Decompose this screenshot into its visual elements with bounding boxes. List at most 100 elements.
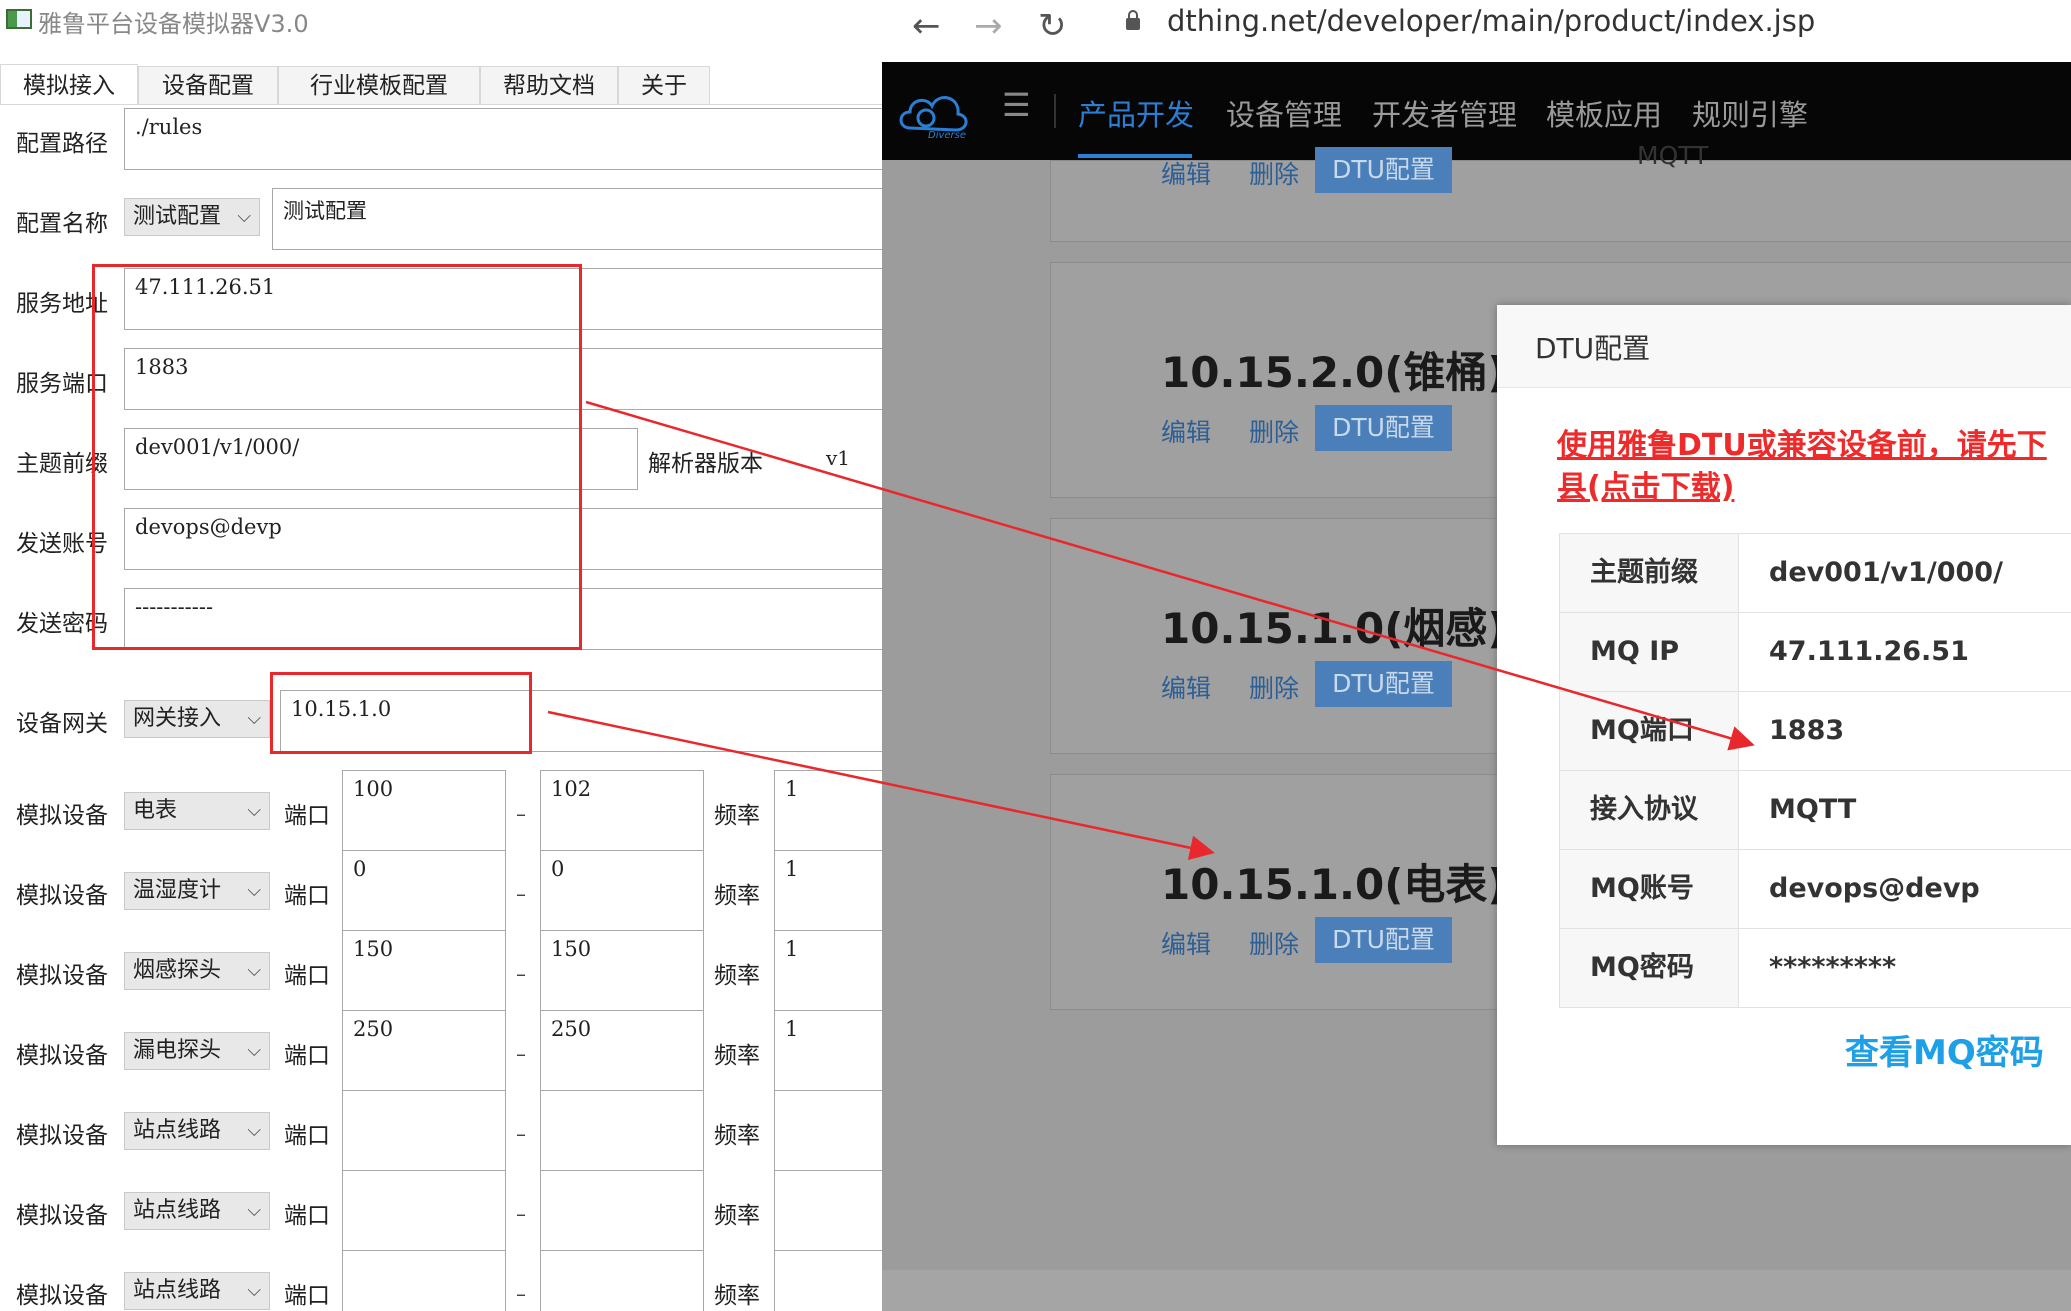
tab-help-docs[interactable]: 帮助文档 bbox=[480, 66, 618, 105]
download-tool-link[interactable]: 使用雅鲁DTU或兼容设备前，请先下 县(点击下载) bbox=[1557, 425, 2071, 509]
modal-title: DTU配置 bbox=[1535, 332, 1651, 365]
delete-link[interactable]: 删除 bbox=[1249, 925, 1299, 961]
freq-input[interactable] bbox=[774, 1170, 882, 1252]
menu-icon[interactable]: ☰ bbox=[1002, 86, 1031, 124]
freq-input[interactable]: 1 bbox=[774, 1010, 882, 1092]
chevron-down-icon: ⌵ bbox=[247, 800, 261, 821]
dtu-config-button[interactable]: DTU配置 bbox=[1315, 661, 1452, 707]
chevron-down-icon: ⌵ bbox=[247, 708, 261, 729]
freq-input[interactable]: 1 bbox=[774, 930, 882, 1012]
port-to-input[interactable]: 150 bbox=[540, 930, 704, 1012]
device-row-label: 模拟设备 bbox=[16, 883, 108, 909]
port-range-dash: – bbox=[516, 1122, 526, 1146]
edit-link[interactable]: 编辑 bbox=[1161, 413, 1211, 449]
device-type-select[interactable]: 烟感探头 ⌵ bbox=[124, 952, 270, 990]
freq-label: 频率 bbox=[714, 803, 760, 829]
row-value: dev001/v1/000/ bbox=[1769, 557, 2003, 588]
port-from-input[interactable] bbox=[342, 1250, 506, 1311]
port-label: 端口 bbox=[284, 1123, 330, 1149]
product-name: 10.15.1.0(电表) bbox=[1161, 860, 1507, 909]
dtu-config-button[interactable]: DTU配置 bbox=[1315, 405, 1452, 451]
port-from-input[interactable] bbox=[342, 1170, 506, 1252]
page-footer bbox=[882, 1270, 2071, 1311]
nav-device-mgmt[interactable]: 设备管理 bbox=[1226, 92, 1342, 134]
device-type-value: 漏电探头 bbox=[133, 1038, 222, 1063]
port-to-input[interactable] bbox=[540, 1090, 704, 1172]
tab-simulate-access[interactable]: 模拟接入 bbox=[0, 64, 138, 105]
forward-icon[interactable]: → bbox=[974, 6, 1003, 46]
port-to-input[interactable] bbox=[540, 1250, 704, 1311]
nav-product-dev[interactable]: 产品开发 bbox=[1078, 92, 1194, 134]
device-row-label: 模拟设备 bbox=[16, 1043, 108, 1069]
freq-input[interactable] bbox=[774, 1090, 882, 1172]
device-type-select[interactable]: 站点线路 ⌵ bbox=[124, 1192, 270, 1230]
row-key: 接入协议 bbox=[1559, 771, 1739, 849]
device-type-select[interactable]: 站点线路 ⌵ bbox=[124, 1272, 270, 1310]
freq-input[interactable]: 1 bbox=[774, 850, 882, 932]
chevron-down-icon: ⌵ bbox=[247, 880, 261, 901]
freq-label: 频率 bbox=[714, 963, 760, 989]
product-name: 10.15.1.0(烟感) bbox=[1161, 604, 1507, 653]
device-type-select[interactable]: 温湿度计 ⌵ bbox=[124, 872, 270, 910]
device-type-value: 站点线路 bbox=[133, 1118, 222, 1143]
row-key: MQ端口 bbox=[1559, 692, 1739, 770]
config-path-label: 配置路径 bbox=[16, 131, 108, 157]
protocol-text: MQTT bbox=[1637, 141, 1709, 170]
delete-link[interactable]: 删除 bbox=[1249, 669, 1299, 705]
device-type-value: 温湿度计 bbox=[133, 878, 222, 903]
tab-industry-template[interactable]: 行业模板配置 bbox=[278, 66, 480, 105]
dtu-config-button[interactable]: DTU配置 bbox=[1315, 917, 1452, 963]
config-path-input[interactable]: ./rules bbox=[124, 108, 882, 170]
tab-about[interactable]: 关于 bbox=[618, 66, 710, 105]
delete-link[interactable]: 删除 bbox=[1249, 155, 1299, 191]
view-mq-password-link[interactable]: 查看MQ密码 bbox=[1845, 1025, 2044, 1074]
edit-link[interactable]: 编辑 bbox=[1161, 669, 1211, 705]
delete-link[interactable]: 删除 bbox=[1249, 413, 1299, 449]
port-from-input[interactable]: 250 bbox=[342, 1010, 506, 1092]
port-to-input[interactable]: 0 bbox=[540, 850, 704, 932]
port-to-input[interactable] bbox=[540, 1170, 704, 1252]
port-label: 端口 bbox=[284, 1203, 330, 1229]
port-to-input[interactable]: 102 bbox=[540, 770, 704, 852]
annotation-box-server-settings bbox=[92, 264, 582, 650]
row-key: 主题前缀 bbox=[1559, 534, 1739, 612]
diverse-logo[interactable]: Diverse bbox=[896, 84, 972, 140]
modal-header: DTU配置 bbox=[1497, 305, 2071, 388]
port-from-input[interactable] bbox=[342, 1090, 506, 1172]
port-range-dash: – bbox=[516, 1202, 526, 1226]
config-name-select[interactable]: 测试配置 ⌵ bbox=[124, 198, 260, 236]
app-icon bbox=[6, 9, 32, 29]
freq-label: 频率 bbox=[714, 1123, 760, 1149]
chevron-down-icon: ⌵ bbox=[237, 206, 251, 227]
nav-template-app[interactable]: 模板应用 bbox=[1546, 92, 1662, 134]
simulator-window: 雅鲁平台设备模拟器V3.0 模拟接入 设备配置 行业模板配置 帮助文档 关于 配… bbox=[0, 0, 883, 1311]
chevron-down-icon: ⌵ bbox=[247, 1040, 261, 1061]
port-from-input[interactable]: 100 bbox=[342, 770, 506, 852]
device-type-select[interactable]: 站点线路 ⌵ bbox=[124, 1112, 270, 1150]
reload-icon[interactable]: ↻ bbox=[1038, 6, 1067, 46]
port-range-dash: – bbox=[516, 882, 526, 906]
dtu-config-button[interactable]: DTU配置 bbox=[1315, 147, 1452, 193]
address-bar[interactable]: dthing.net/developer/main/product/index.… bbox=[1167, 4, 1815, 38]
tab-divider bbox=[0, 104, 882, 105]
config-name-label: 配置名称 bbox=[16, 211, 108, 237]
port-to-input[interactable]: 250 bbox=[540, 1010, 704, 1092]
port-from-input[interactable]: 150 bbox=[342, 930, 506, 1012]
table-row: MQ IP 47.111.26.51 bbox=[1559, 613, 2071, 692]
freq-input[interactable] bbox=[774, 1250, 882, 1311]
device-row-label: 模拟设备 bbox=[16, 803, 108, 829]
device-row-label: 模拟设备 bbox=[16, 1203, 108, 1229]
edit-link[interactable]: 编辑 bbox=[1161, 925, 1211, 961]
freq-input[interactable]: 1 bbox=[774, 770, 882, 852]
tab-device-config[interactable]: 设备配置 bbox=[138, 66, 278, 105]
dtu-config-modal: DTU配置 使用雅鲁DTU或兼容设备前，请先下 县(点击下载) 主题前缀 dev0… bbox=[1497, 305, 2071, 1145]
nav-developer-mgmt[interactable]: 开发者管理 bbox=[1372, 92, 1517, 134]
gateway-select[interactable]: 网关接入 ⌵ bbox=[124, 700, 270, 738]
device-type-select[interactable]: 电表 ⌵ bbox=[124, 792, 270, 830]
edit-link[interactable]: 编辑 bbox=[1161, 155, 1211, 191]
device-type-select[interactable]: 漏电探头 ⌵ bbox=[124, 1032, 270, 1070]
back-icon[interactable]: ← bbox=[912, 6, 941, 46]
config-name-input[interactable]: 测试配置 bbox=[272, 188, 882, 250]
nav-rule-engine[interactable]: 规则引擎 bbox=[1692, 92, 1808, 134]
port-from-input[interactable]: 0 bbox=[342, 850, 506, 932]
